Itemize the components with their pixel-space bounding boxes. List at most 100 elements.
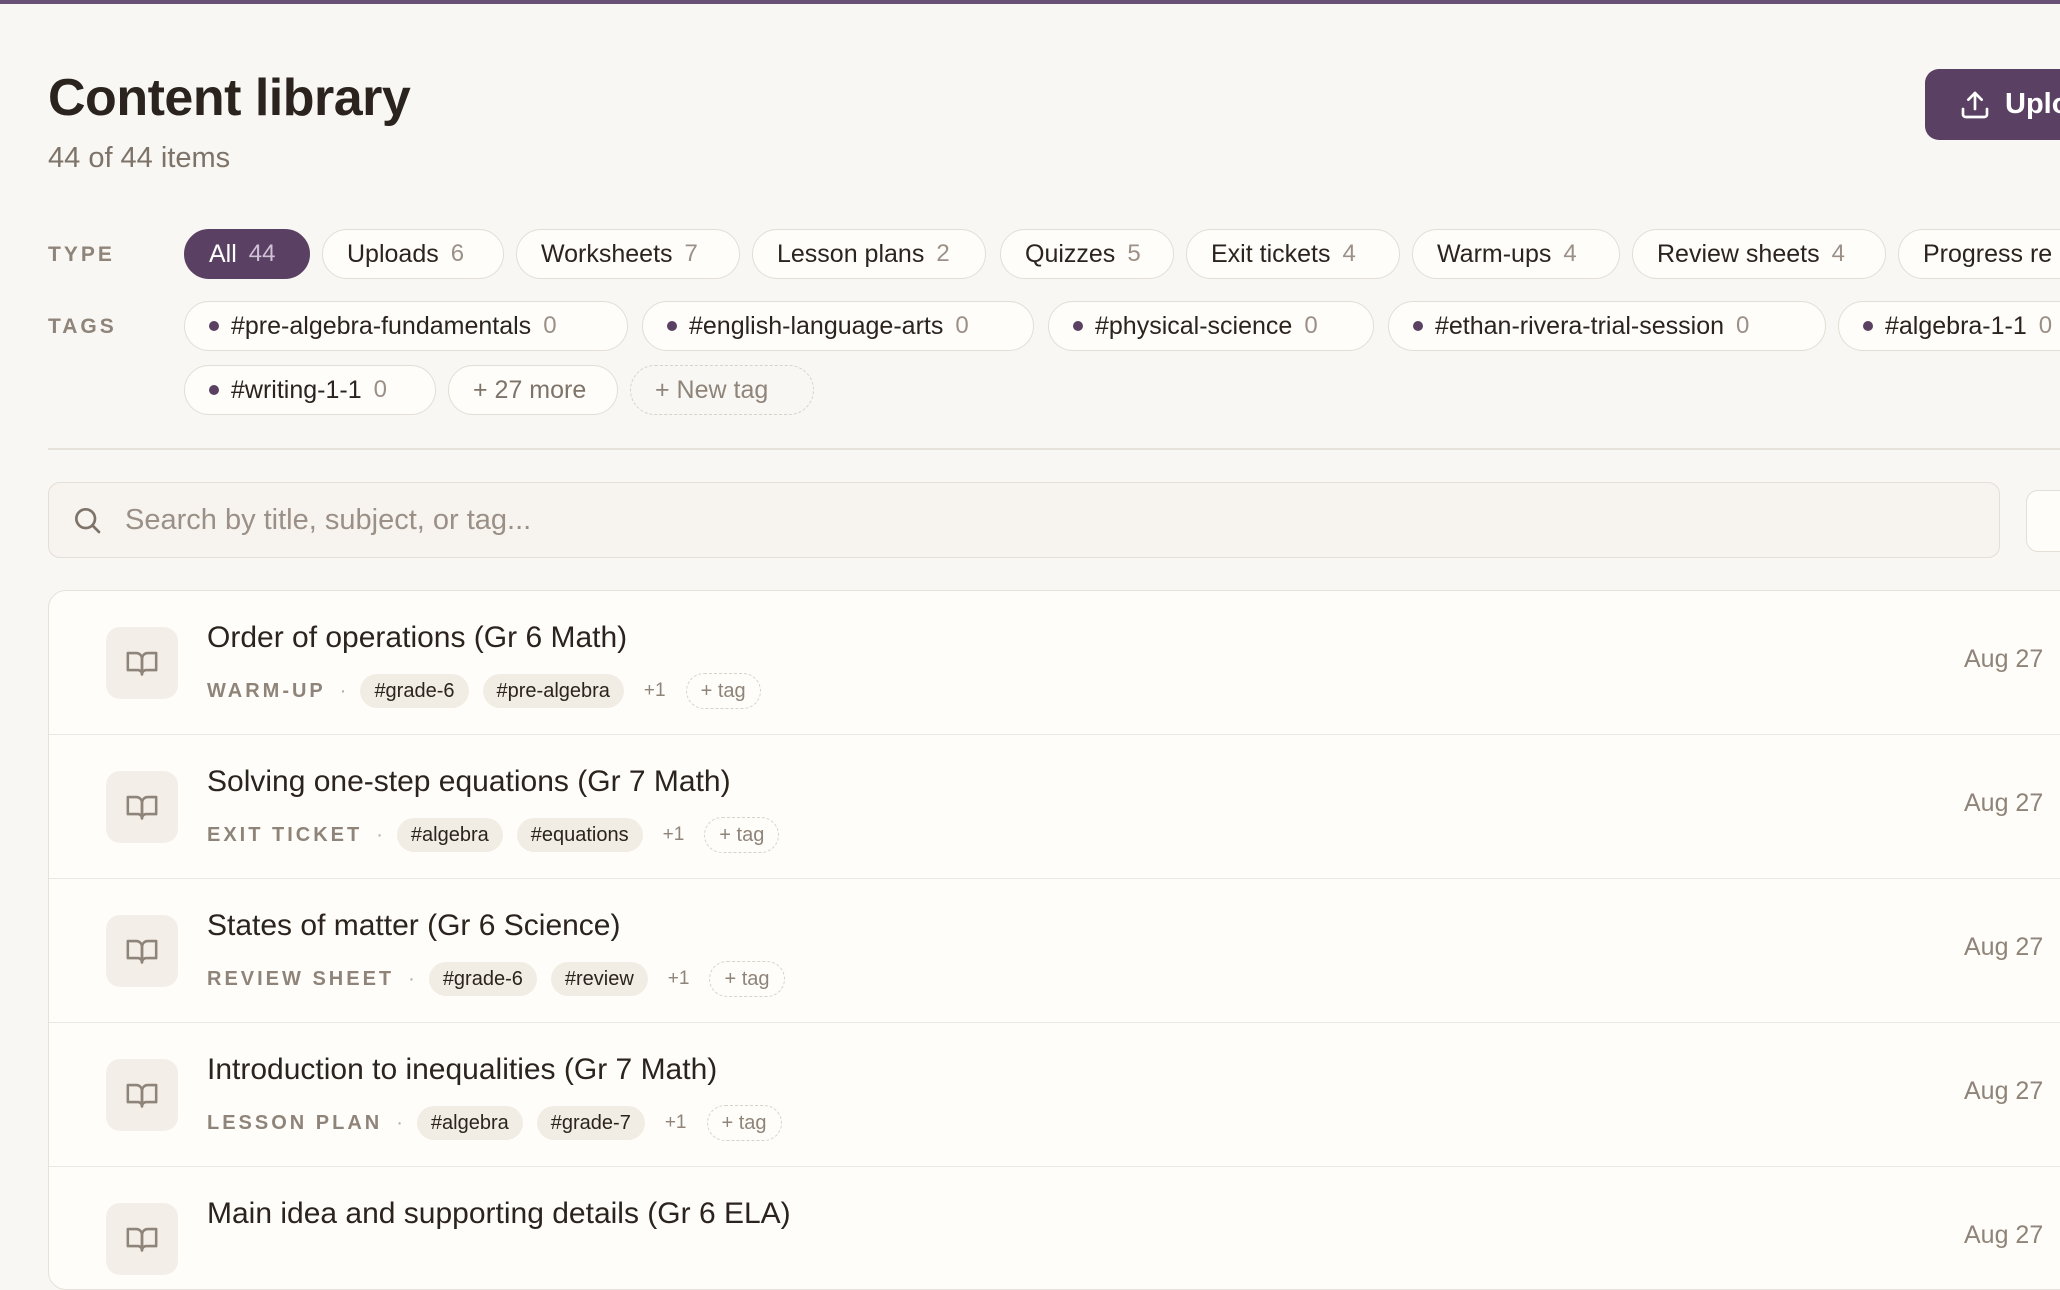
- item-type: LESSON PLAN: [207, 1111, 383, 1134]
- chip-label: Progress re: [1923, 239, 2053, 268]
- item-date: Aug 27: [1964, 789, 2044, 817]
- add-tag-button[interactable]: + tag: [706, 1105, 782, 1141]
- chip-label: #english-language-arts: [689, 311, 944, 340]
- list-item[interactable]: Solving one-step equations (Gr 7 Math) E…: [49, 735, 2060, 879]
- chip-count: 7: [684, 240, 698, 267]
- tag-chip-physical-science[interactable]: #physical-science 0: [1048, 301, 1374, 351]
- item-tag[interactable]: #pre-algebra: [482, 674, 624, 708]
- type-chip-worksheets[interactable]: Worksheets 7: [516, 229, 740, 279]
- item-tag[interactable]: #review: [550, 962, 648, 996]
- item-date: Aug 27: [1964, 933, 2044, 961]
- item-title[interactable]: Order of operations (Gr 6 Math): [207, 621, 627, 655]
- chip-label: Uploads: [347, 239, 439, 268]
- upload-button[interactable]: Uplo: [1925, 69, 2060, 140]
- top-accent-bar: [0, 0, 2060, 4]
- list-item[interactable]: Introduction to inequalities (Gr 7 Math)…: [49, 1023, 2060, 1167]
- search-bar[interactable]: [48, 482, 2000, 558]
- chip-count: 0: [1304, 312, 1318, 339]
- chip-label: Quizzes: [1025, 239, 1116, 268]
- upload-icon: [1961, 91, 1989, 118]
- type-chip-warm-ups[interactable]: Warm-ups 4: [1412, 229, 1620, 279]
- chip-count: 0: [2038, 312, 2053, 339]
- content-list: Order of operations (Gr 6 Math) WARM-UP …: [48, 590, 2060, 1290]
- extra-tags-count[interactable]: +1: [657, 824, 691, 846]
- meta-separator: ·: [339, 679, 347, 702]
- item-tag[interactable]: #equations: [516, 818, 643, 852]
- item-thumbnail: [106, 771, 178, 843]
- chip-count: 5: [1127, 240, 1141, 267]
- item-type: REVIEW SHEET: [207, 967, 395, 990]
- list-item[interactable]: Main idea and supporting details (Gr 6 E…: [49, 1167, 2060, 1289]
- item-tag[interactable]: #grade-7: [536, 1106, 645, 1140]
- book-open-icon: [126, 1227, 158, 1252]
- chip-count: 4: [1563, 240, 1577, 267]
- item-thumbnail: [106, 915, 178, 987]
- meta-separator: ·: [396, 1111, 403, 1134]
- add-tag-button[interactable]: + tag: [685, 673, 761, 709]
- type-chip-review-sheets[interactable]: Review sheets 4: [1632, 229, 1886, 279]
- toolbar-button[interactable]: [2026, 490, 2060, 552]
- chip-count: 0: [373, 376, 387, 403]
- item-title[interactable]: Introduction to inequalities (Gr 7 Math): [207, 1053, 717, 1087]
- chip-label: #algebra-1-1: [1885, 311, 2027, 340]
- new-tag-button[interactable]: + New tag: [630, 365, 814, 415]
- tag-chip-pre-algebra-fundamentals[interactable]: #pre-algebra-fundamentals 0: [184, 301, 628, 351]
- item-tag[interactable]: #grade-6: [428, 962, 537, 996]
- book-open-icon: [126, 939, 158, 964]
- tag-chip-writing-1-1[interactable]: #writing-1-1 0: [184, 365, 436, 415]
- chip-label: #physical-science: [1095, 311, 1293, 340]
- item-thumbnail: [106, 627, 178, 699]
- list-item[interactable]: States of matter (Gr 6 Science) REVIEW S…: [49, 879, 2060, 1023]
- chip-label: Lesson plans: [777, 239, 925, 268]
- tag-chip-english-language-arts[interactable]: #english-language-arts 0: [642, 301, 1034, 351]
- chip-label: #ethan-rivera-trial-session: [1435, 311, 1725, 340]
- type-chip-lesson-plans[interactable]: Lesson plans 2: [752, 229, 986, 279]
- tag-dot: [209, 321, 219, 331]
- search-icon: [75, 507, 101, 534]
- item-date: Aug 27: [1964, 1221, 2044, 1249]
- item-tag[interactable]: #algebra: [396, 818, 503, 852]
- tag-dot: [1413, 321, 1423, 331]
- chip-count: 6: [450, 240, 465, 267]
- type-chip-all[interactable]: All 44: [184, 229, 310, 279]
- chip-count: 4: [1831, 240, 1845, 267]
- search-input[interactable]: [123, 502, 1999, 538]
- book-open-icon: [126, 651, 158, 676]
- item-title[interactable]: Main idea and supporting details (Gr 6 E…: [207, 1197, 791, 1231]
- chip-label: #writing-1-1: [231, 375, 362, 404]
- add-tag-button[interactable]: + tag: [709, 961, 785, 997]
- extra-tags-count[interactable]: +1: [638, 680, 672, 702]
- type-chip-exit-tickets[interactable]: Exit tickets 4: [1186, 229, 1400, 279]
- tag-chip-algebra-1-1[interactable]: #algebra-1-1 0: [1838, 301, 2060, 351]
- item-tag[interactable]: #algebra: [416, 1106, 523, 1140]
- meta-separator: ·: [408, 967, 415, 990]
- item-date: Aug 27: [1964, 645, 2044, 673]
- item-title[interactable]: Solving one-step equations (Gr 7 Math): [207, 765, 731, 799]
- add-tag-button[interactable]: + tag: [704, 817, 780, 853]
- chip-count: 0: [955, 312, 969, 339]
- extra-tags-count[interactable]: +1: [659, 1112, 693, 1134]
- chip-label: All: [209, 239, 237, 268]
- type-filter-label: TYPE: [48, 243, 115, 266]
- type-chip-uploads[interactable]: Uploads 6: [322, 229, 504, 279]
- chip-label: Warm-ups: [1437, 239, 1552, 268]
- item-meta: REVIEW SHEET · #grade-6 #review +1 + tag: [207, 961, 785, 997]
- item-title[interactable]: States of matter (Gr 6 Science): [207, 909, 620, 943]
- more-tags-label: + 27 more: [473, 375, 587, 404]
- tag-dot: [667, 321, 677, 331]
- item-meta: EXIT TICKET · #algebra #equations +1 + t…: [207, 817, 780, 853]
- tag-dot: [1863, 321, 1873, 331]
- type-chip-progress-reports[interactable]: Progress re: [1898, 229, 2060, 279]
- item-date: Aug 27: [1964, 1077, 2044, 1105]
- item-count: 44 of 44 items: [48, 142, 231, 174]
- book-open-icon: [126, 795, 158, 820]
- tag-dot: [209, 385, 219, 395]
- chip-count: 0: [1736, 312, 1750, 339]
- chip-label: Review sheets: [1657, 239, 1820, 268]
- extra-tags-count[interactable]: +1: [662, 968, 696, 990]
- tag-chip-ethan-rivera-trial-session[interactable]: #ethan-rivera-trial-session 0: [1388, 301, 1826, 351]
- more-tags-button[interactable]: + 27 more: [448, 365, 618, 415]
- type-chip-quizzes[interactable]: Quizzes 5: [1000, 229, 1174, 279]
- list-item[interactable]: Order of operations (Gr 6 Math) WARM-UP …: [49, 591, 2060, 735]
- item-tag[interactable]: #grade-6: [360, 674, 469, 708]
